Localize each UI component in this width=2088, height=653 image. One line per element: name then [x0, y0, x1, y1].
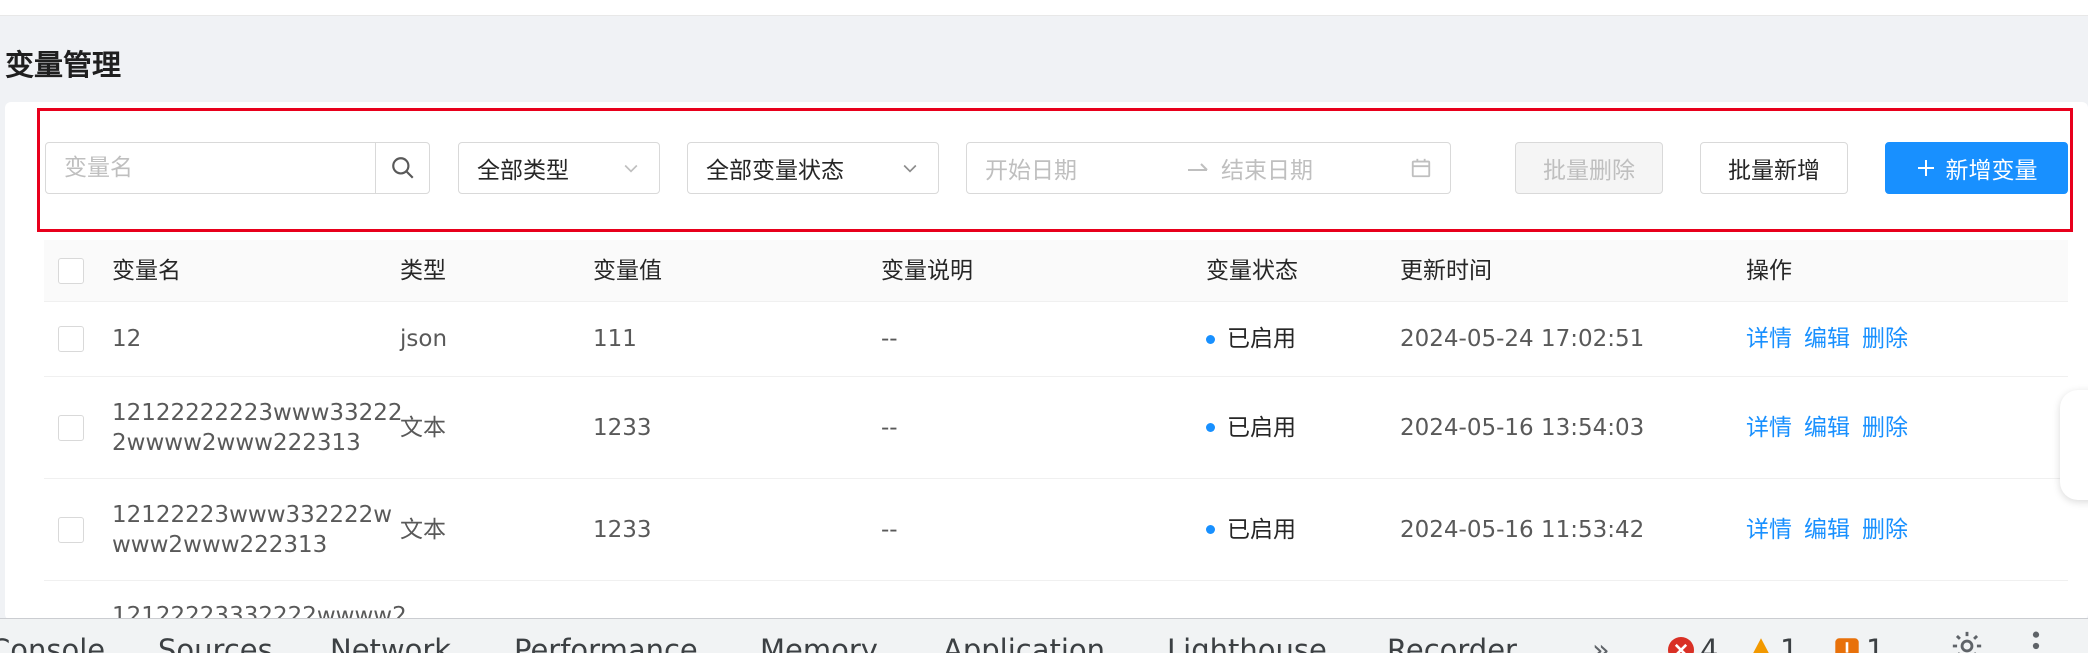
header-desc: 变量说明 — [881, 257, 973, 284]
cell-ops: 详情 编辑 删除 — [1746, 302, 2066, 376]
select-all-checkbox[interactable] — [58, 257, 84, 284]
issues-icon — [1835, 638, 1859, 653]
delete-link[interactable]: 删除 — [1862, 515, 1908, 545]
floating-tool-widget[interactable] — [2060, 390, 2088, 500]
type-select-value: 全部类型 — [477, 158, 569, 184]
add-variable-label: 新增变量 — [1945, 158, 2038, 184]
status-select[interactable]: 全部变量状态 — [687, 142, 939, 194]
error-icon — [1668, 637, 1694, 653]
delete-link[interactable]: 删除 — [1862, 324, 1908, 354]
warning-icon — [1753, 638, 1769, 653]
cell-ops: 详情 编辑 删除 — [1746, 377, 2066, 478]
end-date-input[interactable]: 结束日期 — [1221, 151, 1410, 185]
add-variable-button[interactable]: 新增变量 — [1885, 142, 2068, 194]
page-title: 变量管理 — [5, 48, 122, 82]
table-row: 12 json 111 -- 已启用 2024-05-24 17:02:51 详… — [44, 302, 2068, 377]
detail-link[interactable]: 详情 — [1746, 515, 1792, 545]
detail-link[interactable]: 详情 — [1746, 324, 1792, 354]
cell-value: 111 — [593, 326, 637, 352]
top-header-bar — [0, 0, 2088, 16]
cell-time: 2024-05-16 13:54:03 — [1400, 414, 1645, 441]
status-dot — [1206, 423, 1215, 432]
devtools-tab-console[interactable]: Console — [0, 633, 105, 653]
edit-link[interactable]: 编辑 — [1804, 324, 1850, 354]
cell-type: json — [400, 326, 448, 352]
header-ops: 操作 — [1746, 257, 1792, 284]
date-range-picker[interactable]: 开始日期 结束日期 — [966, 142, 1451, 194]
devtools-tab-network[interactable]: Network — [330, 633, 451, 653]
delete-link[interactable]: 删除 — [1862, 413, 1908, 443]
start-date-input[interactable]: 开始日期 — [985, 151, 1175, 185]
cell-desc: -- — [881, 414, 898, 441]
cell-ops: 详情 编辑 删除 — [1746, 479, 2066, 580]
table-row: 12122223www332222w www2www222313 文本 1233… — [44, 479, 2068, 581]
search-button[interactable] — [375, 143, 429, 193]
warning-count: 1 — [1780, 633, 1799, 653]
arrow-right-icon — [1175, 160, 1221, 176]
cell-status: 已启用 — [1206, 302, 1398, 376]
cell-name: 12122222223www33222 2wwww2www222313 — [112, 399, 403, 456]
cell-status: 已启用 — [1206, 479, 1398, 580]
status-select-value: 全部变量状态 — [706, 158, 844, 184]
devtools-tab-sources[interactable]: Sources — [158, 633, 273, 653]
issues-count: 1 — [1866, 633, 1885, 653]
issues-counter[interactable]: 1 — [1834, 633, 1884, 653]
chevron-down-icon — [624, 164, 638, 173]
devtools-tab-application[interactable]: Application — [943, 633, 1105, 653]
table-row: 12122223332222wwww2 — [44, 581, 2068, 621]
header-type: 类型 — [400, 257, 446, 284]
cell-type: 文本 — [400, 414, 446, 441]
row-checkbox[interactable] — [58, 414, 84, 441]
search-input[interactable] — [46, 143, 375, 193]
edit-link[interactable]: 编辑 — [1804, 515, 1850, 545]
search-icon — [391, 157, 414, 179]
status-dot — [1206, 334, 1215, 344]
status-badge: 已启用 — [1227, 414, 1296, 441]
edit-link[interactable]: 编辑 — [1804, 413, 1850, 443]
devtools-tab-bar: Console Sources Network Performance Memo… — [0, 618, 2088, 653]
warning-counter[interactable]: 1 — [1748, 633, 1798, 653]
table-header: 变量名 类型 变量值 变量说明 变量状态 更新时间 操作 — [44, 240, 2068, 302]
devtools-more-tabs[interactable]: » — [1592, 633, 1610, 653]
type-select[interactable]: 全部类型 — [458, 142, 660, 194]
cell-status: 已启用 — [1206, 377, 1398, 478]
devtools-tab-memory[interactable]: Memory — [760, 633, 878, 653]
header-status: 变量状态 — [1206, 257, 1298, 284]
row-checkbox[interactable] — [58, 516, 84, 543]
cell-value: 1233 — [593, 414, 652, 441]
devtools-tab-recorder[interactable]: Recorder — [1387, 633, 1517, 653]
cell-value: 1233 — [593, 516, 652, 543]
cell-type: 文本 — [400, 516, 446, 543]
status-badge: 已启用 — [1227, 516, 1296, 543]
cell-name: 12 — [112, 326, 142, 352]
header-time: 更新时间 — [1400, 257, 1492, 284]
gear-icon[interactable] — [1950, 629, 1984, 653]
batch-add-button[interactable]: 批量新增 — [1700, 142, 1848, 194]
header-value: 变量值 — [593, 257, 662, 284]
cell-desc: -- — [881, 516, 898, 543]
cell-time: 2024-05-24 17:02:51 — [1400, 326, 1645, 352]
plus-icon — [1917, 160, 1934, 176]
variables-table: 变量名 类型 变量值 变量说明 变量状态 更新时间 操作 12 json 111… — [44, 240, 2068, 621]
table-row: 12122222223www33222 2wwww2www222313 文本 1… — [44, 377, 2068, 479]
batch-delete-button[interactable]: 批量删除 — [1515, 142, 1663, 194]
detail-link[interactable]: 详情 — [1746, 413, 1792, 443]
status-badge: 已启用 — [1227, 326, 1296, 352]
header-name: 变量名 — [112, 257, 181, 284]
status-dot — [1206, 525, 1215, 534]
cell-name: 12122223www332222w www2www222313 — [112, 501, 393, 558]
devtools-tab-lighthouse[interactable]: Lighthouse — [1167, 633, 1327, 653]
row-checkbox[interactable] — [58, 326, 84, 352]
cell-time: 2024-05-16 11:53:42 — [1400, 516, 1645, 543]
devtools-tab-performance[interactable]: Performance — [514, 633, 698, 653]
calendar-icon — [1411, 158, 1431, 178]
error-counter[interactable]: 4 — [1668, 633, 1718, 653]
chevron-down-icon — [903, 164, 917, 173]
more-vert-icon[interactable] — [2028, 629, 2044, 653]
cell-desc: -- — [881, 326, 898, 352]
search-box — [45, 142, 430, 194]
error-count: 4 — [1700, 633, 1719, 653]
